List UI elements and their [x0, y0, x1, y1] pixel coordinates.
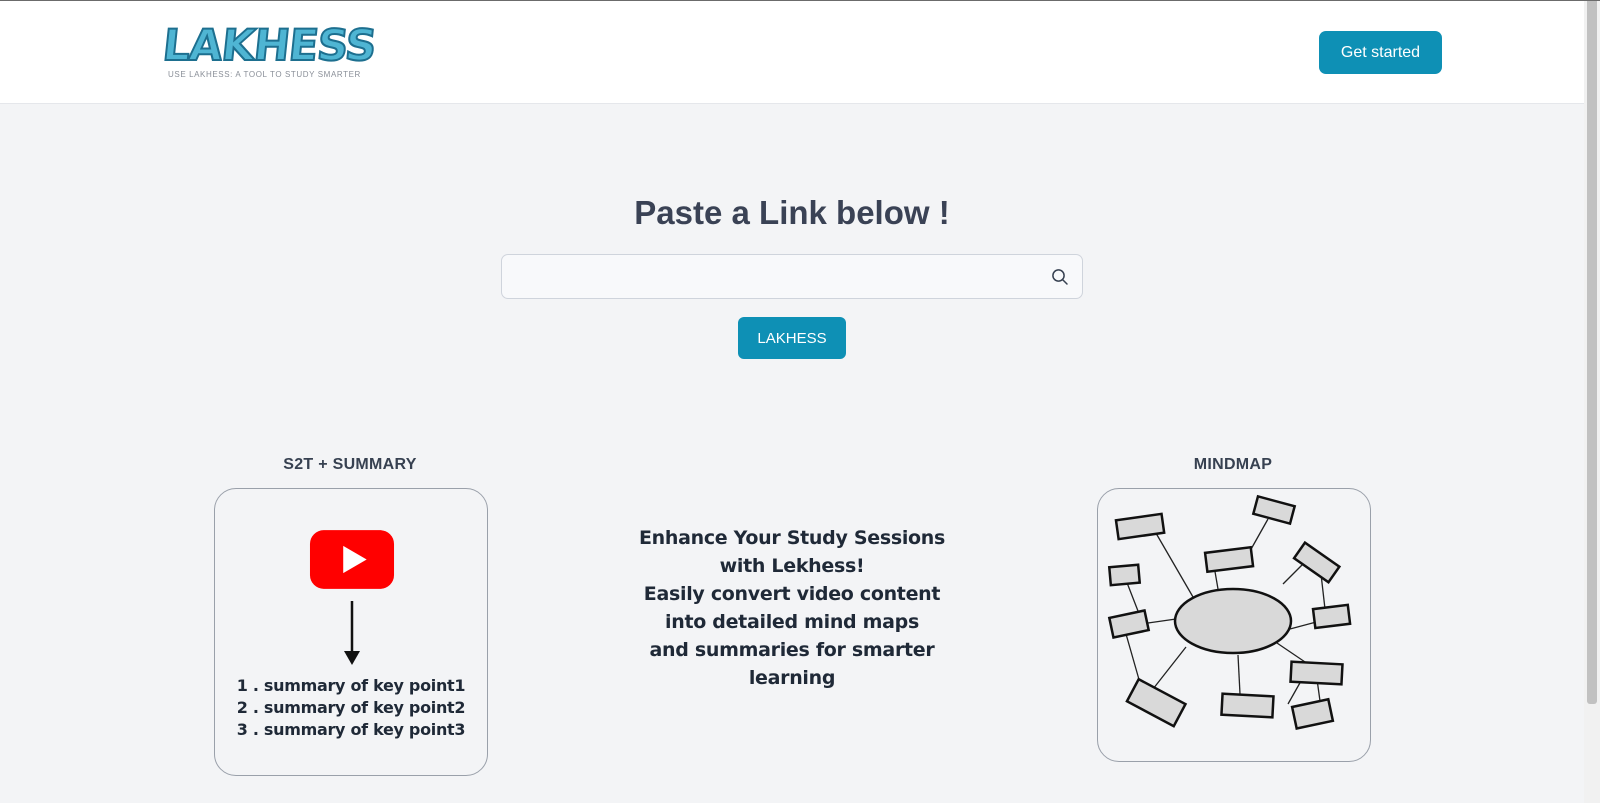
scrollbar-thumb[interactable]	[1587, 1, 1597, 704]
summary-list: 1 . summary of key point1 2 . summary of…	[215, 675, 487, 741]
mindmap-illustration	[1107, 494, 1352, 730]
description-line: Enhance Your Study Sessions	[638, 527, 946, 549]
get-started-button[interactable]: Get started	[1319, 31, 1442, 74]
logo-wordmark: LAKHESS	[159, 20, 379, 72]
site-header: LAKHESS USE LAKHESS: A TOOL TO STUDY SMA…	[0, 1, 1584, 104]
mindmap-card	[1097, 488, 1371, 762]
description-line: and summaries for smarter	[649, 639, 935, 661]
description-line: Easily convert video content	[643, 583, 941, 605]
page-title: Paste a Link below !	[634, 194, 950, 231]
youtube-play-icon	[309, 530, 395, 589]
description-line: learning	[748, 667, 836, 689]
list-item: 3 . summary of key point3	[236, 720, 466, 739]
description-line: into detailed mind maps	[665, 611, 919, 633]
description-line: with Lekhess!	[719, 555, 865, 577]
mindmap-title: MINDMAP	[1193, 456, 1273, 473]
list-item: 2 . summary of key point2	[236, 698, 466, 717]
list-item: 1 . summary of key point1	[236, 676, 466, 695]
lakhess-logo[interactable]: LAKHESS USE LAKHESS: A TOOL TO STUDY SMA…	[159, 20, 379, 85]
arrow-down-icon	[344, 601, 360, 665]
page-scrollbar[interactable]	[1584, 1, 1600, 803]
s2t-summary-title: S2T + SUMMARY	[283, 456, 417, 473]
lakhess-submit-button[interactable]: LAKHESS	[738, 317, 846, 359]
feature-description: Enhance Your Study Sessions with Lekhess…	[610, 524, 974, 692]
s2t-summary-card: 1 . summary of key point1 2 . summary of…	[214, 488, 488, 776]
link-search-box[interactable]	[501, 254, 1083, 299]
search-icon[interactable]	[1051, 268, 1069, 286]
link-input[interactable]	[514, 263, 1024, 291]
logo-tagline: USE LAKHESS: A TOOL TO STUDY SMARTER	[168, 70, 361, 79]
